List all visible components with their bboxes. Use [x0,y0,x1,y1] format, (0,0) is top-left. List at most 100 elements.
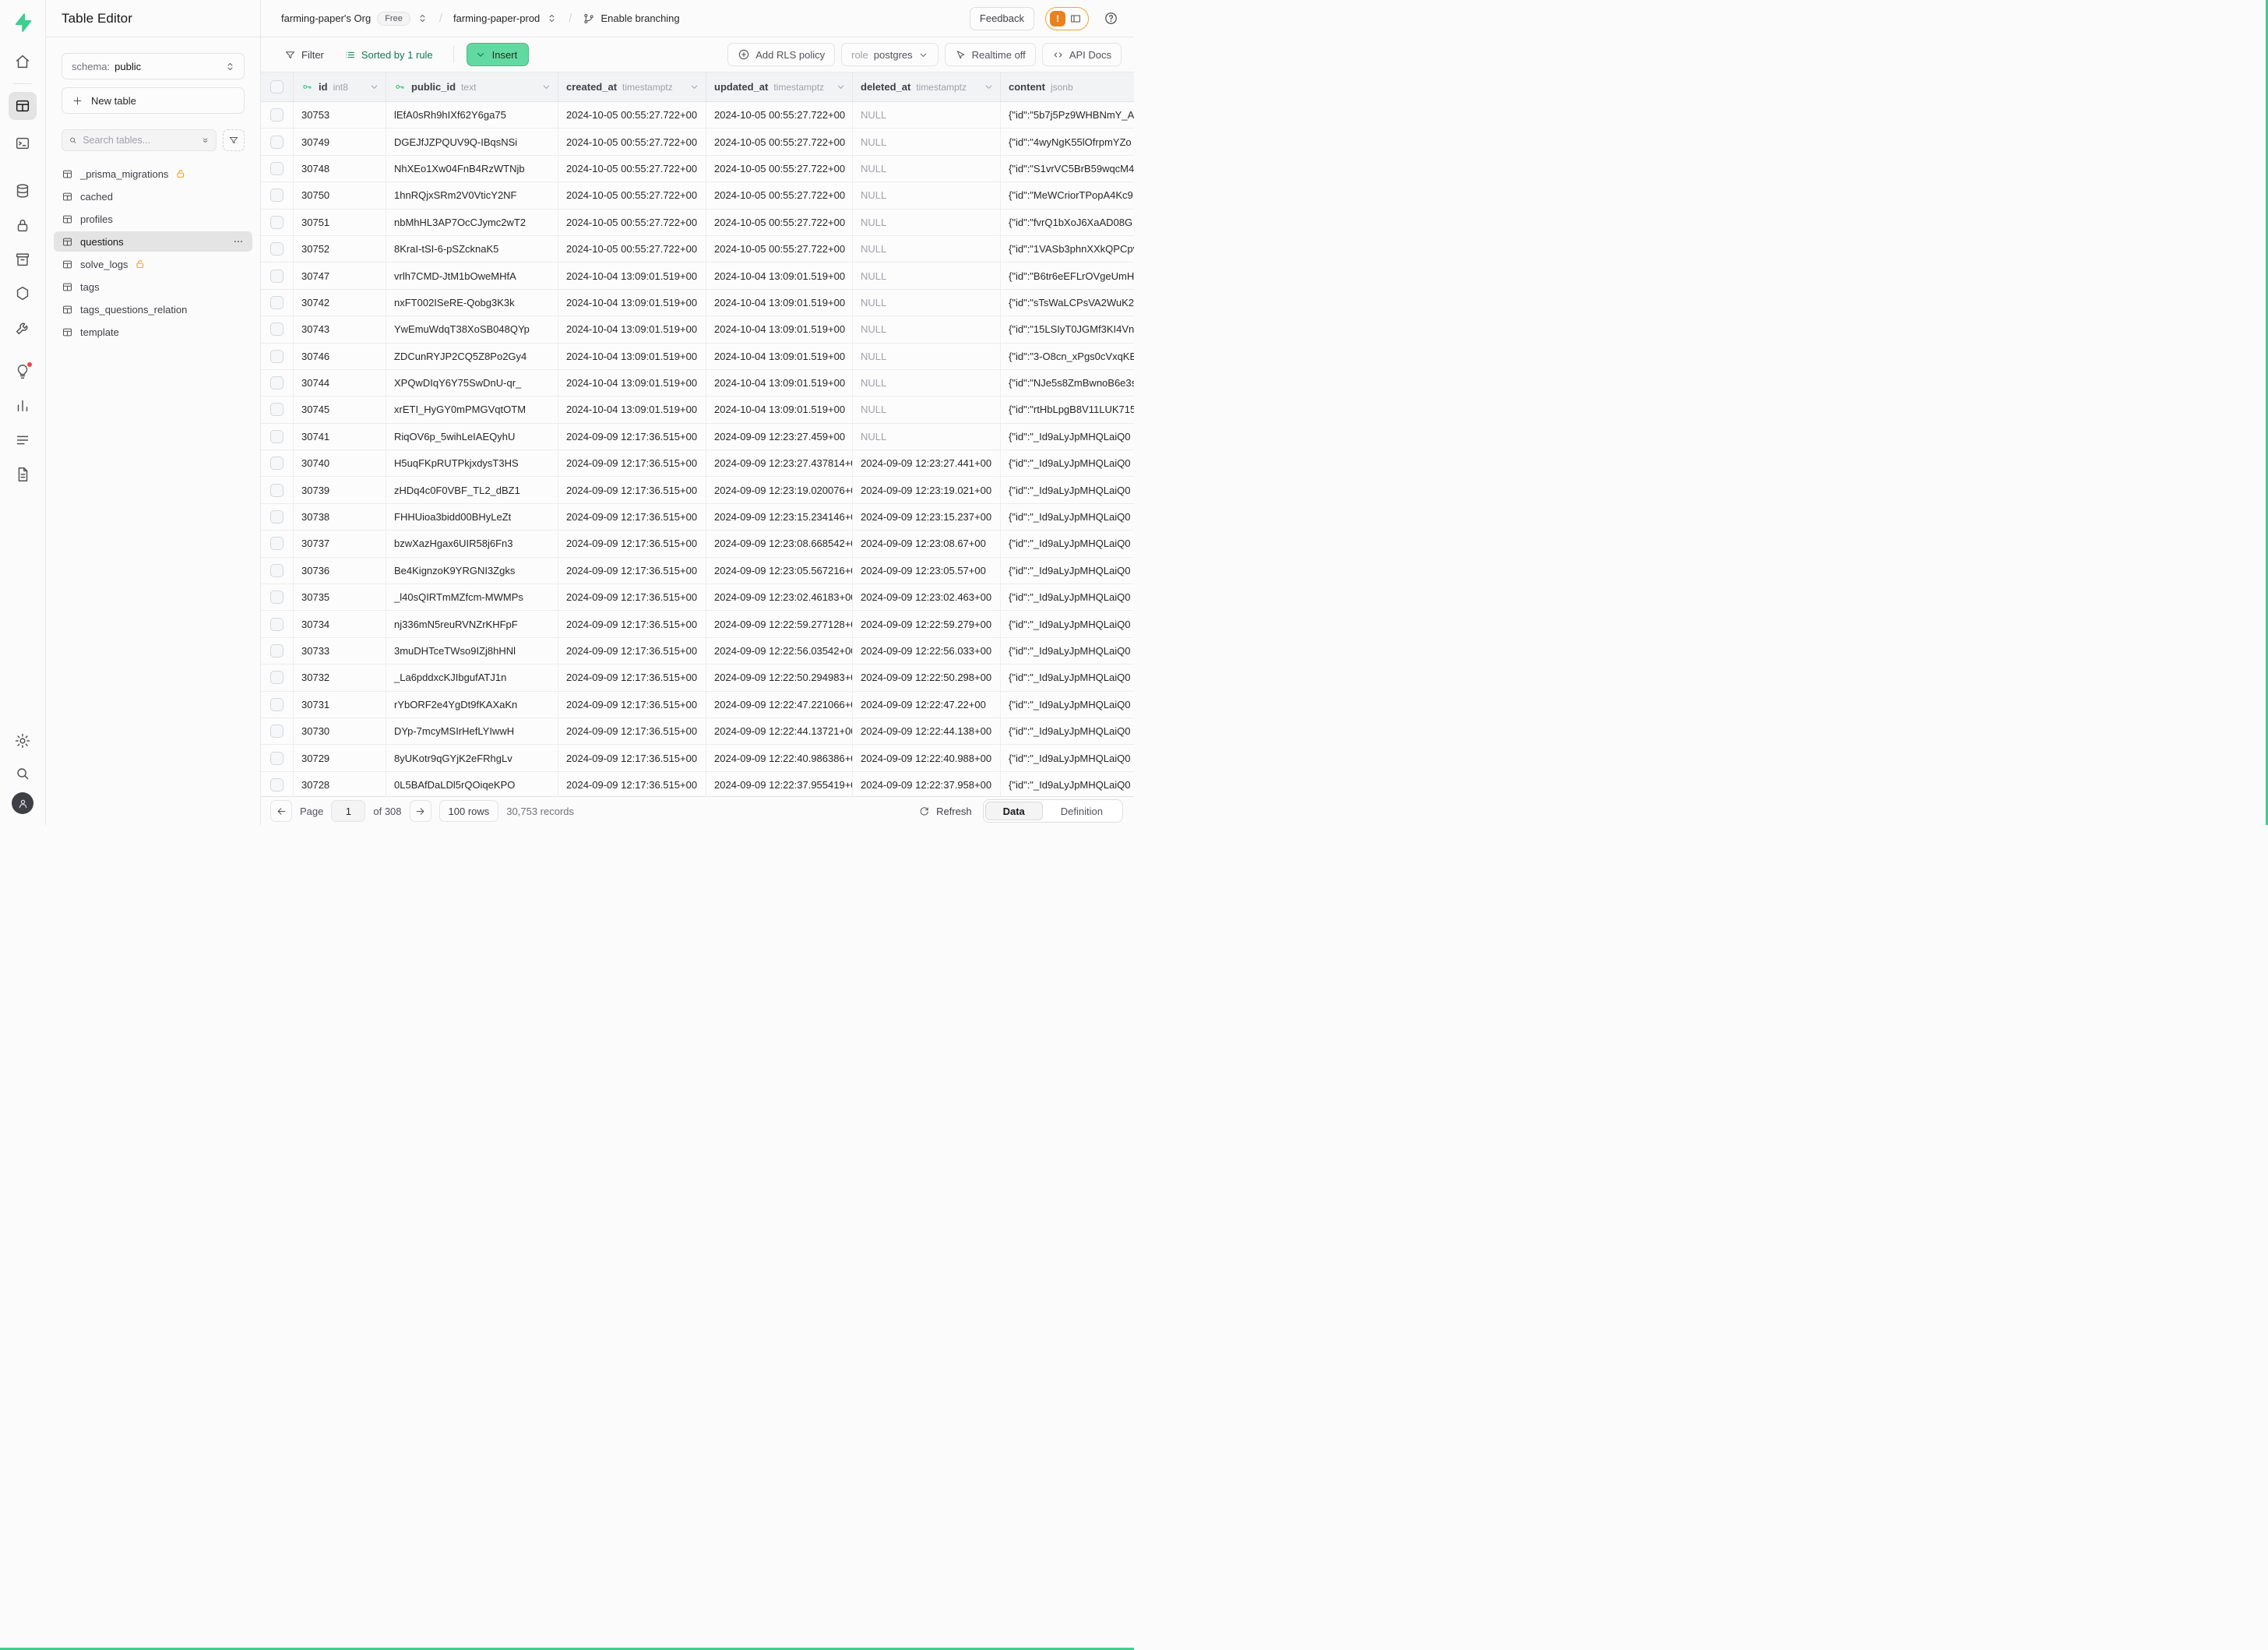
cell-content[interactable]: {"id":"_Id9aLyJpMHQLaiQ0 [1001,424,1134,450]
cell-updated_at[interactable]: 2024-10-04 13:09:01.519+00 [706,370,853,396]
cell-public_id[interactable]: NhXEo1Xw04FnB4RzWTNjb [386,156,558,182]
sidebar-item-tags_questions_relation[interactable]: tags_questions_relation [54,299,252,319]
row-select-cell[interactable] [261,397,294,422]
cell-public_id[interactable]: H5uqFKpRUTPkjxdysT3HS [386,450,558,476]
chevron-down-icon[interactable] [369,82,379,92]
checkbox[interactable] [270,270,284,283]
cell-deleted_at[interactable]: NULL [853,236,1001,262]
checkbox[interactable] [270,484,284,497]
cell-content[interactable]: {"id":"MeWCriorTPopA4Kc9 [1001,182,1134,208]
cell-public_id[interactable]: bzwXazHgax6UIR58j6Fn3 [386,531,558,556]
nav-sql-editor[interactable] [9,129,37,157]
select-all-checkbox[interactable] [261,72,294,101]
row-select-cell[interactable] [261,290,294,316]
cell-updated_at[interactable]: 2024-10-05 00:55:27.722+00 [706,236,853,262]
cell-content[interactable]: {"id":"_Id9aLyJpMHQLaiQ0 [1001,611,1134,636]
cell-id[interactable]: 30731 [294,692,386,717]
insert-button[interactable]: Insert [467,43,530,66]
cell-updated_at[interactable]: 2024-09-09 12:23:19.020076+00 [706,477,853,502]
cell-deleted_at[interactable]: NULL [853,156,1001,182]
nav-reports[interactable] [9,392,37,420]
cell-created_at[interactable]: 2024-10-05 00:55:27.722+00 [558,210,706,235]
cell-public_id[interactable]: 8yUKotr9qGYjK2eFRhgLv [386,745,558,770]
row-select-cell[interactable] [261,236,294,262]
supabase-logo[interactable] [9,9,37,37]
new-table-button[interactable]: New table [62,87,245,114]
cell-deleted_at[interactable]: NULL [853,290,1001,316]
cell-public_id[interactable]: nbMhHL3AP7OcCJymc2wT2 [386,210,558,235]
cell-public_id[interactable]: 3muDHTceTWso9IZj8hHNl [386,638,558,664]
cell-deleted_at[interactable]: 2024-09-09 12:22:59.279+00 [853,611,1001,636]
checkbox[interactable] [270,108,284,122]
row-select-cell[interactable] [261,504,294,530]
more-options-icon[interactable] [232,235,245,248]
filter-button[interactable]: Filter [276,43,332,66]
checkbox[interactable] [270,725,284,738]
cell-updated_at[interactable]: 2024-10-05 00:55:27.722+00 [706,129,853,154]
checkbox[interactable] [270,242,284,256]
checkbox[interactable] [270,457,284,470]
realtime-toggle-button[interactable]: Realtime off [945,43,1036,66]
cell-created_at[interactable]: 2024-09-09 12:17:36.515+00 [558,504,706,530]
cell-created_at[interactable]: 2024-09-09 12:17:36.515+00 [558,718,706,744]
cell-public_id[interactable]: XPQwDIqY6Y75SwDnU-qr_ [386,370,558,396]
cell-id[interactable]: 30732 [294,665,386,690]
cell-deleted_at[interactable]: 2024-09-09 12:23:02.463+00 [853,584,1001,610]
cell-content[interactable]: {"id":"4wyNgK55lOfrpmYZo [1001,129,1134,154]
checkbox[interactable] [270,778,284,792]
cell-public_id[interactable]: RiqOV6p_5wihLeIAEQyhU [386,424,558,450]
api-docs-button[interactable]: API Docs [1042,43,1122,66]
cell-deleted_at[interactable]: 2024-09-09 12:22:56.033+00 [853,638,1001,664]
notifications-button[interactable]: ! [1045,7,1089,30]
nav-logs[interactable] [9,426,37,454]
cell-id[interactable]: 30730 [294,718,386,744]
cell-id[interactable]: 30736 [294,558,386,583]
cell-updated_at[interactable]: 2024-09-09 12:22:50.294983+00 [706,665,853,690]
role-select[interactable]: role postgres [841,43,939,66]
cell-created_at[interactable]: 2024-09-09 12:17:36.515+00 [558,665,706,690]
chevron-down-icon[interactable] [984,82,994,92]
cell-content[interactable]: {"id":"rtHbLpgB8V11LUK7152 [1001,397,1134,422]
checkbox[interactable] [270,162,284,175]
user-avatar[interactable] [12,792,33,814]
row-select-cell[interactable] [261,584,294,610]
cell-public_id[interactable]: vrlh7CMD-JtM1bOweMHfA [386,263,558,288]
row-select-cell[interactable] [261,102,294,128]
cell-id[interactable]: 30750 [294,182,386,208]
cell-public_id[interactable]: YwEmuWdqT38XoSB048QYp [386,316,558,342]
cell-public_id[interactable]: Be4KignzoK9YRGNI3Zgks [386,558,558,583]
nav-settings[interactable] [9,727,37,755]
cell-id[interactable]: 30747 [294,263,386,288]
sidebar-item-_prisma_migrations[interactable]: _prisma_migrations [54,164,252,184]
cell-content[interactable]: {"id":"_Id9aLyJpMHQLaiQ0 [1001,584,1134,610]
refresh-button[interactable]: Refresh [918,806,972,817]
cell-public_id[interactable]: xrETI_HyGY0mPMGVqtOTM [386,397,558,422]
cell-id[interactable]: 30735 [294,584,386,610]
cell-public_id[interactable]: DGEJfJZPQUV9Q-IBqsNSi [386,129,558,154]
cell-id[interactable]: 30740 [294,450,386,476]
row-select-cell[interactable] [261,745,294,770]
cell-id[interactable]: 30739 [294,477,386,502]
nav-storage[interactable] [9,245,37,273]
tab-data[interactable]: Data [985,802,1043,820]
tab-definition[interactable]: Definition [1043,802,1121,820]
cell-updated_at[interactable]: 2024-10-05 00:55:27.722+00 [706,156,853,182]
enable-branching-button[interactable]: Enable branching [583,12,679,25]
cell-id[interactable]: 30752 [294,236,386,262]
cell-updated_at[interactable]: 2024-10-05 00:55:27.722+00 [706,102,853,128]
checkbox[interactable] [270,323,284,336]
cell-content[interactable]: {"id":"fvrQ1bXoJ6XaAD08G [1001,210,1134,235]
checkbox[interactable] [270,510,284,524]
sidebar-item-cached[interactable]: cached [54,186,252,206]
row-select-cell[interactable] [261,531,294,556]
cell-public_id[interactable]: _La6pddxcKJIbgufATJ1n [386,665,558,690]
cell-deleted_at[interactable]: NULL [853,129,1001,154]
cell-public_id[interactable]: 8KraI-tSI-6-pSZcknaK5 [386,236,558,262]
cell-created_at[interactable]: 2024-10-05 00:55:27.722+00 [558,102,706,128]
checkbox[interactable] [270,752,284,765]
cell-deleted_at[interactable]: 2024-09-09 12:23:15.237+00 [853,504,1001,530]
cell-created_at[interactable]: 2024-10-04 13:09:01.519+00 [558,370,706,396]
cell-deleted_at[interactable]: 2024-09-09 12:23:05.57+00 [853,558,1001,583]
cell-created_at[interactable]: 2024-09-09 12:17:36.515+00 [558,638,706,664]
cell-content[interactable]: {"id":"_Id9aLyJpMHQLaiQ0 [1001,718,1134,744]
